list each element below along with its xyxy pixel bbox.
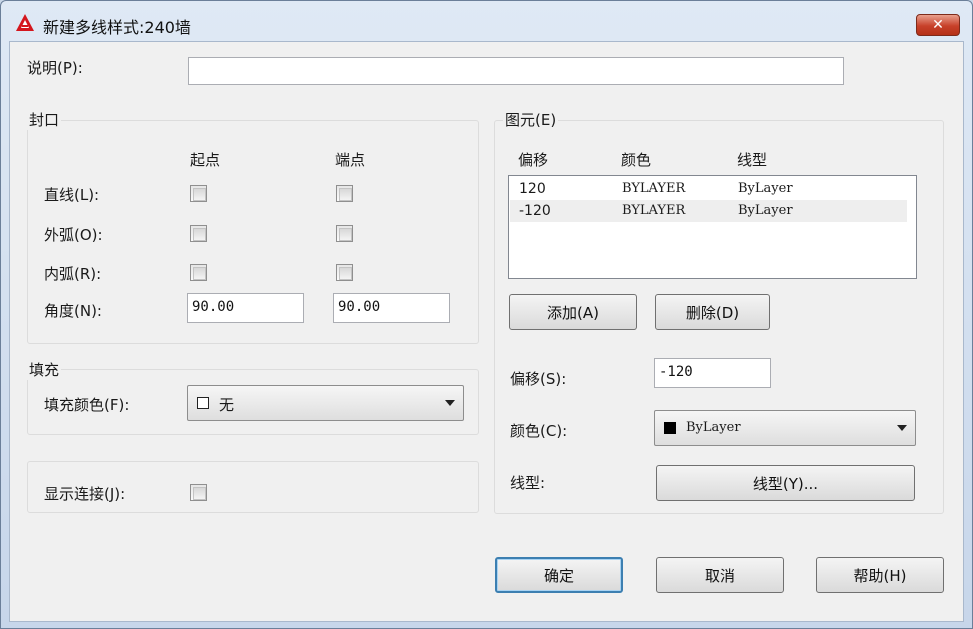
dialog-window: 新建多线样式:240墙 ✕ 说明(P): 封口 起点 端点 直线(L): 外弧(… <box>0 0 973 629</box>
chevron-down-icon <box>897 425 907 431</box>
element-offset-label: 偏移(S): <box>510 370 567 388</box>
close-button[interactable]: ✕ <box>916 14 960 36</box>
inner-arc-start-checkbox[interactable] <box>190 264 207 281</box>
elements-group-title: 图元(E) <box>503 109 559 130</box>
inner-arc-label: 内弧(R): <box>44 265 102 283</box>
element-color: BYLAYER <box>622 203 686 218</box>
elements-col-linetype: 线型 <box>737 151 768 169</box>
angle-start-input[interactable]: 90.00 <box>187 293 304 323</box>
elements-col-offset: 偏移 <box>518 151 549 169</box>
chevron-down-icon <box>445 400 455 406</box>
outer-arc-label: 外弧(O): <box>44 226 103 244</box>
color-swatch-icon <box>664 422 676 434</box>
outer-arc-start-checkbox[interactable] <box>190 225 207 242</box>
table-row[interactable]: -120 BYLAYER ByLayer <box>510 200 907 222</box>
dialog-client: 说明(P): 封口 起点 端点 直线(L): 外弧(O): 内弧(R): 角度(… <box>9 41 964 622</box>
element-color-label: 颜色(C): <box>510 422 568 440</box>
element-color: BYLAYER <box>622 181 686 196</box>
inner-arc-end-checkbox[interactable] <box>336 264 353 281</box>
element-color-dropdown[interactable]: ByLayer <box>654 410 916 446</box>
fill-color-dropdown[interactable]: 无 <box>187 385 464 421</box>
cancel-button[interactable]: 取消 <box>656 557 784 593</box>
element-linetype: ByLayer <box>738 181 793 196</box>
close-icon: ✕ <box>932 17 944 33</box>
help-button[interactable]: 帮助(H) <box>816 557 944 593</box>
element-linetype: ByLayer <box>738 203 793 218</box>
angle-label: 角度(N): <box>44 302 102 320</box>
elements-col-color: 颜色 <box>621 151 652 169</box>
caps-col-end: 端点 <box>335 151 366 169</box>
fill-group-title: 填充 <box>27 359 62 380</box>
table-row[interactable]: 120 BYLAYER ByLayer <box>510 178 907 200</box>
add-element-button[interactable]: 添加(A) <box>509 294 637 330</box>
description-label: 说明(P): <box>27 59 83 77</box>
delete-element-button[interactable]: 删除(D) <box>655 294 770 330</box>
angle-end-input[interactable]: 90.00 <box>333 293 450 323</box>
line-start-checkbox[interactable] <box>190 185 207 202</box>
fill-color-value: 无 <box>219 396 235 414</box>
display-joints-checkbox[interactable] <box>190 484 207 501</box>
element-color-value: ByLayer <box>686 420 741 435</box>
caps-group-title: 封口 <box>27 109 62 130</box>
element-offset: 120 <box>519 181 546 197</box>
caps-col-start: 起点 <box>190 151 221 169</box>
line-end-checkbox[interactable] <box>336 185 353 202</box>
autocad-logo-icon <box>16 14 34 31</box>
outer-arc-end-checkbox[interactable] <box>336 225 353 242</box>
element-offset-input[interactable]: -120 <box>654 358 771 388</box>
title-bar[interactable]: 新建多线样式:240墙 ✕ <box>1 1 972 41</box>
linetype-button[interactable]: 线型(Y)... <box>656 465 915 501</box>
description-input[interactable] <box>188 57 844 85</box>
line-cap-label: 直线(L): <box>44 186 100 204</box>
display-joints-label: 显示连接(J): <box>44 485 126 503</box>
no-fill-swatch-icon <box>197 397 209 409</box>
window-title: 新建多线样式:240墙 <box>43 18 191 37</box>
fill-color-label: 填充颜色(F): <box>44 396 130 414</box>
element-linetype-label: 线型: <box>510 474 546 492</box>
elements-list[interactable]: 120 BYLAYER ByLayer -120 BYLAYER ByLayer <box>508 175 917 279</box>
ok-button[interactable]: 确定 <box>495 557 623 593</box>
element-offset: -120 <box>519 203 551 219</box>
